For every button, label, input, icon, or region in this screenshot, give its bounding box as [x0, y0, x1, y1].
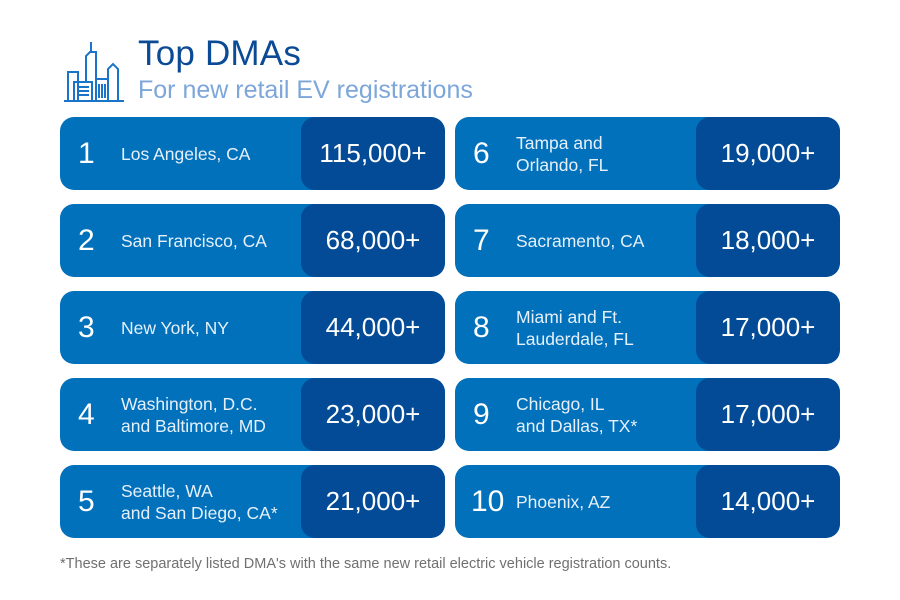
- dma-rank: 8: [473, 311, 490, 344]
- footnote: *These are separately listed DMA's with …: [60, 556, 672, 572]
- dma-registrations: 17,000+: [696, 291, 840, 364]
- dma-name-line1: Miami and Ft.: [516, 306, 622, 327]
- dma-card: 7 Sacramento, CA 18,000+: [455, 204, 840, 277]
- dma-name-line2: Lauderdale, FL: [516, 328, 634, 349]
- dma-registrations: 115,000+: [301, 117, 445, 190]
- dma-card: 3 New York, NY 44,000+: [60, 291, 445, 364]
- dma-rank: 4: [78, 398, 95, 431]
- dma-rank: 9: [473, 398, 490, 431]
- dma-name: New York, NY: [121, 291, 301, 364]
- dma-registrations: 44,000+: [301, 291, 445, 364]
- dma-card: 10 Phoenix, AZ 14,000+: [455, 465, 840, 538]
- page-subtitle: For new retail EV registrations: [138, 76, 473, 104]
- dma-card: 6 Tampa and Orlando, FL 19,000+: [455, 117, 840, 190]
- page-title: Top DMAs: [138, 34, 302, 73]
- dma-name-line1: Chicago, IL: [516, 393, 605, 414]
- dma-rank: 1: [78, 137, 95, 170]
- dma-name-line2: and San Diego, CA*: [121, 502, 278, 523]
- dma-name-line2: and Dallas, TX*: [516, 415, 638, 436]
- dma-name-line1: New York, NY: [121, 317, 229, 338]
- dma-rank: 10: [471, 485, 505, 518]
- dma-name: Tampa and Orlando, FL: [516, 117, 696, 190]
- dma-name-line1: Tampa and: [516, 132, 603, 153]
- dma-card: 9 Chicago, IL and Dallas, TX* 17,000+: [455, 378, 840, 451]
- dma-rank: 6: [473, 137, 490, 170]
- dma-rank: 2: [78, 224, 95, 257]
- dma-name-line1: San Francisco, CA: [121, 230, 267, 251]
- dma-name: Washington, D.C. and Baltimore, MD: [121, 378, 301, 451]
- dma-registrations: 23,000+: [301, 378, 445, 451]
- dma-rank: 3: [78, 311, 95, 344]
- dma-registrations: 19,000+: [696, 117, 840, 190]
- dma-registrations: 17,000+: [696, 378, 840, 451]
- dma-registrations: 18,000+: [696, 204, 840, 277]
- dma-rank: 5: [78, 485, 95, 518]
- dma-name: Phoenix, AZ: [516, 465, 696, 538]
- dma-name-line1: Washington, D.C.: [121, 393, 258, 414]
- dma-card: 8 Miami and Ft. Lauderdale, FL 17,000+: [455, 291, 840, 364]
- dma-name: Miami and Ft. Lauderdale, FL: [516, 291, 696, 364]
- dma-name-line1: Los Angeles, CA: [121, 143, 251, 164]
- dma-name: San Francisco, CA: [121, 204, 301, 277]
- dma-name: Chicago, IL and Dallas, TX*: [516, 378, 696, 451]
- dma-registrations: 14,000+: [696, 465, 840, 538]
- dma-name-line1: Phoenix, AZ: [516, 491, 611, 512]
- dma-name-line1: Seattle, WA: [121, 480, 213, 501]
- city-skyline-icon: [64, 42, 124, 102]
- dma-rank: 7: [473, 224, 490, 257]
- dma-name: Seattle, WA and San Diego, CA*: [121, 465, 301, 538]
- dma-card: 1 Los Angeles, CA 115,000+: [60, 117, 445, 190]
- dma-card: 4 Washington, D.C. and Baltimore, MD 23,000…: [60, 378, 445, 451]
- dma-name: Sacramento, CA: [516, 204, 696, 277]
- dma-name-line1: Sacramento, CA: [516, 230, 645, 251]
- dma-registrations: 68,000+: [301, 204, 445, 277]
- dma-name-line2: and Baltimore, MD: [121, 415, 266, 436]
- dma-registrations: 21,000+: [301, 465, 445, 538]
- dma-name: Los Angeles, CA: [121, 117, 301, 190]
- dma-card: 5 Seattle, WA and San Diego, CA* 21,000+: [60, 465, 445, 538]
- dma-card: 2 San Francisco, CA 68,000+: [60, 204, 445, 277]
- dma-name-line2: Orlando, FL: [516, 154, 609, 175]
